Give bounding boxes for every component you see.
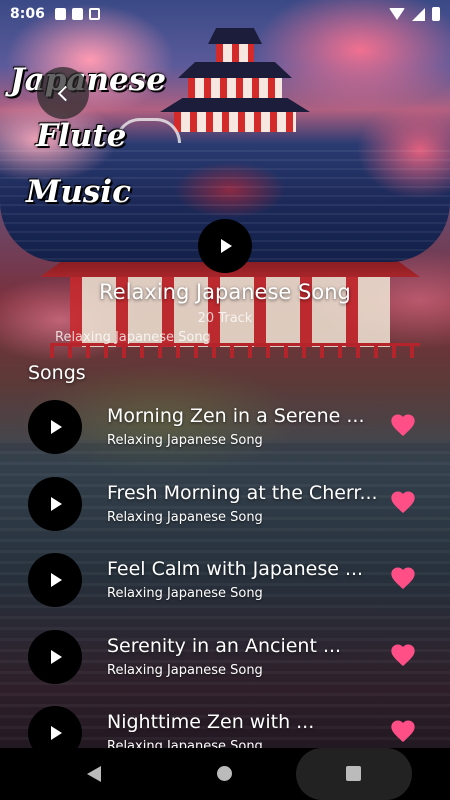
- back-button[interactable]: [37, 67, 89, 119]
- nav-home-icon[interactable]: [217, 766, 232, 781]
- song-title: Morning Zen in a Serene ...: [107, 405, 365, 427]
- play-icon: [51, 650, 62, 664]
- play-icon: [51, 573, 62, 587]
- song-play-button[interactable]: [28, 553, 82, 607]
- play-all-button[interactable]: [198, 219, 252, 273]
- notification-icons: [54, 8, 100, 20]
- battery-icon: [432, 7, 440, 21]
- album-subtitle: Relaxing Japanese Song: [55, 330, 211, 345]
- song-play-button[interactable]: [28, 400, 82, 454]
- songs-heading: Songs: [28, 362, 86, 384]
- status-time: 8:06: [10, 6, 45, 22]
- play-icon: [51, 726, 62, 740]
- heart-icon[interactable]: [389, 488, 417, 516]
- notification-s-icon: [88, 8, 100, 20]
- song-row[interactable]: Fresh Morning at the Cherr... Relaxing J…: [0, 469, 450, 539]
- nav-recents-icon[interactable]: [346, 766, 361, 781]
- status-bar: 8:06: [0, 0, 450, 28]
- song-row[interactable]: Serenity in an Ancient ... Relaxing Japa…: [0, 622, 450, 692]
- chevron-left-icon: [57, 85, 73, 101]
- play-icon: [221, 239, 232, 253]
- pagoda-illustration: [160, 28, 310, 133]
- song-row[interactable]: Feel Calm with Japanese ... Relaxing Jap…: [0, 545, 450, 615]
- track-count: 20 Track: [197, 311, 253, 326]
- song-title: Serenity in an Ancient ...: [107, 635, 342, 657]
- heart-icon[interactable]: [389, 641, 417, 669]
- song-row[interactable]: Nighttime Zen with ... Relaxing Japanese…: [0, 698, 450, 748]
- song-artist: Relaxing Japanese Song: [107, 739, 263, 748]
- song-artist: Relaxing Japanese Song: [107, 586, 263, 601]
- song-row[interactable]: Morning Zen in a Serene ... Relaxing Jap…: [0, 392, 450, 462]
- heart-icon[interactable]: [389, 717, 417, 745]
- wifi-icon: [389, 8, 405, 20]
- song-artist: Relaxing Japanese Song: [107, 663, 263, 678]
- song-title: Nighttime Zen with ...: [107, 711, 315, 733]
- song-artist: Relaxing Japanese Song: [107, 510, 263, 525]
- heart-icon[interactable]: [389, 411, 417, 439]
- play-icon: [51, 497, 62, 511]
- heart-icon[interactable]: [389, 564, 417, 592]
- song-play-button[interactable]: [28, 630, 82, 684]
- signal-icon: [412, 7, 425, 21]
- notification-a-icon: [54, 8, 66, 20]
- song-list[interactable]: Morning Zen in a Serene ... Relaxing Jap…: [0, 392, 450, 748]
- song-artist: Relaxing Japanese Song: [107, 433, 263, 448]
- nav-back-icon[interactable]: [87, 766, 101, 782]
- song-title: Feel Calm with Japanese ...: [107, 558, 364, 580]
- system-nav-bar: [0, 748, 450, 800]
- title-art-line: Music: [26, 174, 131, 210]
- album-title: Relaxing Japanese Song: [99, 280, 351, 304]
- song-title: Fresh Morning at the Cherr...: [107, 482, 378, 504]
- play-icon: [51, 420, 62, 434]
- system-icons: [389, 7, 440, 21]
- song-play-button[interactable]: [28, 706, 82, 748]
- sd-card-icon: [71, 8, 83, 20]
- song-play-button[interactable]: [28, 477, 82, 531]
